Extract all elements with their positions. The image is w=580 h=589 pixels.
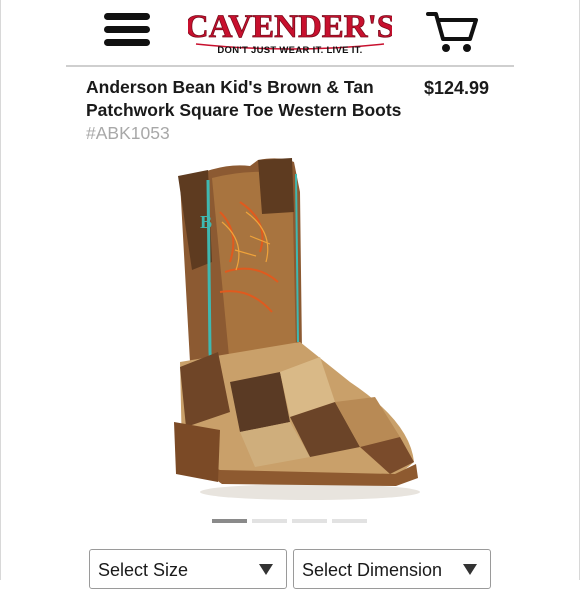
logo-tagline: DON'T JUST WEAR IT. LIVE IT. bbox=[217, 45, 362, 56]
product-image-boot[interactable]: B bbox=[160, 152, 424, 508]
size-select-label: Select Size bbox=[98, 560, 189, 580]
dropdown-arrow-icon bbox=[463, 564, 477, 575]
carousel-dot-4[interactable] bbox=[332, 519, 367, 523]
product-name: Anderson Bean Kid's Brown & Tan Patchwor… bbox=[86, 77, 402, 120]
dimension-select-label: Select Dimension bbox=[302, 560, 443, 580]
page-edge-left bbox=[0, 0, 1, 580]
dropdown-arrow-icon bbox=[259, 564, 273, 575]
carousel-indicators bbox=[212, 519, 372, 524]
hamburger-bar bbox=[104, 39, 150, 46]
shopping-cart-icon[interactable] bbox=[426, 10, 480, 54]
menu-button[interactable] bbox=[104, 13, 150, 47]
carousel-dot-1[interactable] bbox=[212, 519, 247, 523]
header-divider bbox=[66, 65, 514, 67]
site-header: CAVENDER'S DON'T JUST WEAR IT. LIVE IT. bbox=[0, 0, 580, 66]
carousel-dot-3[interactable] bbox=[292, 519, 327, 523]
hamburger-menu-icon bbox=[104, 13, 150, 20]
carousel-dot-2[interactable] bbox=[252, 519, 287, 523]
product-title: Anderson Bean Kid's Brown & Tan Patchwor… bbox=[86, 76, 404, 145]
hamburger-bar bbox=[104, 26, 150, 33]
svg-text:B: B bbox=[200, 212, 212, 232]
cavenders-logo[interactable]: CAVENDER'S DON'T JUST WEAR IT. LIVE IT. bbox=[188, 4, 392, 58]
product-sku: #ABK1053 bbox=[86, 123, 170, 143]
logo-text: CAVENDER'S bbox=[188, 9, 392, 45]
size-select[interactable]: Select Size bbox=[89, 549, 287, 589]
product-price: $124.99 bbox=[424, 78, 490, 98]
dimension-select[interactable]: Select Dimension bbox=[293, 549, 491, 589]
